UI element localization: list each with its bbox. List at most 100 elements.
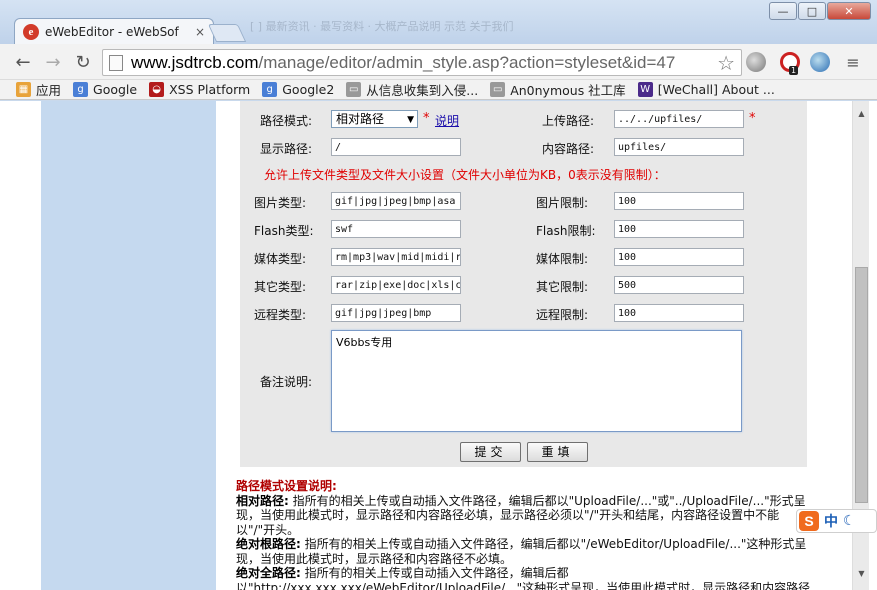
bookmark-label: An0nymous 社工库 [510, 83, 626, 98]
back-arrow-icon[interactable]: ← [12, 51, 34, 73]
minimize-button[interactable]: — [769, 2, 797, 20]
size-limit-label: 图片限制: [536, 196, 589, 210]
file-type-label: 远程类型: [254, 308, 307, 322]
file-type-input[interactable]: gif|jpg|jpeg|bmp|asa [331, 192, 461, 210]
wechall-icon: W [637, 82, 653, 97]
tab-close-icon[interactable]: × [195, 25, 205, 39]
help-heading: 路径模式设置说明: [236, 479, 337, 493]
size-limit-input[interactable]: 100 [614, 248, 744, 266]
required-mark: * [423, 111, 430, 126]
file-type-label: 图片类型: [254, 196, 307, 210]
help-absolute-full-text: 指所有的相关上传或自动插入文件路径，编辑后都以"http://xxx.xxx.x… [236, 566, 811, 590]
chevron-down-icon: ▼ [407, 115, 414, 125]
file-type-label: Flash类型: [254, 224, 314, 238]
size-limit-label: 其它限制: [536, 280, 589, 294]
help-relative-text: 指所有的相关上传或自动插入文件路径，编辑后都以"UploadFile/..."或… [236, 493, 806, 537]
help-absolute-root-term: 绝对根路径: [236, 537, 301, 551]
window-controls: — □ ✕ [769, 2, 871, 20]
bookmark-label: XSS Platform [169, 82, 251, 97]
ewebeditor-favicon-icon: e [23, 23, 39, 40]
maximize-button[interactable]: □ [798, 2, 826, 20]
extension-earth-icon[interactable] [810, 52, 830, 72]
url-host: www.jsdtrcb.com [131, 52, 259, 72]
file-type-input[interactable]: rar|zip|exe|doc|xls|c [331, 276, 461, 294]
size-limit-input[interactable]: 100 [614, 192, 744, 210]
forward-arrow-icon[interactable]: → [42, 51, 64, 73]
style-settings-form: 路径模式: 相对路径 ▼ * 说明 上传路径: ../../upfiles/ *… [240, 101, 807, 467]
path-mode-label: 路径模式: [260, 114, 313, 128]
moon-icon[interactable]: ☾ [843, 513, 856, 529]
window-titlebar: e eWebEditor - eWebSof × [ ] 最新资讯 · 最写资料… [0, 0, 877, 44]
bookmark-item[interactable]: ▭ An0nymous 社工库 [490, 80, 626, 99]
file-type-input[interactable]: gif|jpg|jpeg|bmp [331, 304, 461, 322]
browser-toolbar: ← → ↻ www.jsdtrcb.com/manage/editor/admi… [0, 44, 877, 80]
upload-path-label: 上传路径: [542, 114, 595, 128]
size-limit-label: 媒体限制: [536, 252, 589, 266]
scroll-down-arrow-icon[interactable]: ▼ [853, 565, 870, 581]
google-icon: g [73, 82, 89, 97]
display-path-input[interactable]: / [331, 138, 461, 156]
content-area: 路径模式: 相对路径 ▼ * 说明 上传路径: ../../upfiles/ *… [216, 101, 820, 590]
help-absolute-full: 绝对全路径: 指所有的相关上传或自动插入文件路径，编辑后都以"http://xx… [236, 566, 816, 590]
size-limit-input[interactable]: 500 [614, 276, 744, 294]
bookmark-item[interactable]: ▦ 应用 [16, 80, 61, 99]
bookmark-star-icon[interactable]: ☆ [717, 51, 735, 75]
menu-icon[interactable]: ≡ [842, 51, 864, 73]
size-limit-input[interactable]: 100 [614, 220, 744, 238]
help-absolute-full-term: 绝对全路径: [236, 566, 301, 580]
url-text: www.jsdtrcb.com/manage/editor/admin_styl… [131, 53, 675, 73]
help-relative: 相对路径: 指所有的相关上传或自动插入文件路径，编辑后都以"UploadFile… [236, 494, 816, 538]
bookmarks-bar: ▦ 应用 g Google ◒ XSS Platform g Google2 ▭ 从信息收集到入侵… [0, 80, 877, 100]
submit-button[interactable]: 提交 [460, 442, 521, 462]
page-icon: ▭ [346, 82, 362, 97]
url-path: /manage/editor/admin_style.asp?action=st… [258, 52, 676, 72]
sogou-logo-icon: S [799, 511, 819, 531]
address-bar[interactable]: www.jsdtrcb.com/manage/editor/admin_styl… [102, 49, 742, 76]
help-absolute-root-text: 指所有的相关上传或自动插入文件路径，编辑后都以"/eWebEditor/Uplo… [236, 537, 807, 566]
browser-tab-active[interactable]: e eWebEditor - eWebSof × [14, 18, 214, 44]
page-viewport: 路径模式: 相对路径 ▼ * 说明 上传路径: ../../upfiles/ *… [0, 101, 877, 590]
bookmark-item[interactable]: ◒ XSS Platform [149, 82, 250, 97]
file-type-label: 其它类型: [254, 280, 307, 294]
help-absolute-root: 绝对根路径: 指所有的相关上传或自动插入文件路径，编辑后都以"/eWebEdit… [236, 537, 816, 566]
bookmark-item[interactable]: W [WeChall] About ... [637, 82, 775, 97]
path-mode-select[interactable]: 相对路径 ▼ [331, 110, 418, 128]
extension-badge: 1 [789, 66, 799, 75]
bookmark-label: Google [93, 82, 138, 97]
page-icon: ▭ [490, 82, 506, 97]
ime-mode-label[interactable]: 中 [824, 511, 838, 531]
google-icon: g [262, 82, 278, 97]
size-limit-input[interactable]: 100 [614, 304, 744, 322]
extension-globe-icon[interactable] [746, 52, 766, 72]
path-mode-help: 路径模式设置说明: 相对路径: 指所有的相关上传或自动插入文件路径，编辑后都以"… [236, 479, 816, 590]
bookmark-label: 从信息收集到入侵... [366, 83, 479, 98]
close-window-button[interactable]: ✕ [827, 2, 871, 20]
required-mark: * [749, 111, 756, 126]
apps-grid-icon: ▦ [16, 82, 31, 97]
file-type-label: 媒体类型: [254, 252, 307, 266]
scroll-up-arrow-icon[interactable]: ▲ [853, 105, 870, 121]
bookmark-item[interactable]: g Google [73, 82, 137, 97]
left-sidebar-band [41, 101, 216, 590]
scrollbar-thumb[interactable] [855, 267, 868, 503]
explain-link[interactable]: 说明 [435, 112, 459, 129]
ime-toolbar[interactable]: S 中 ☾ [796, 509, 877, 533]
page-icon [109, 54, 123, 71]
file-type-input[interactable]: swf [331, 220, 461, 238]
background-page-title: [ ] 最新资讯 · 最写资料 · 大概产品说明 示范 关于我们 [250, 20, 514, 33]
size-limit-label: Flash限制: [536, 224, 596, 238]
reset-button[interactable]: 重填 [527, 442, 588, 462]
bookmark-item[interactable]: g Google2 [262, 82, 334, 97]
upload-path-input[interactable]: ../../upfiles/ [614, 110, 744, 128]
tab-title: eWebEditor - eWebSof [45, 24, 179, 39]
remark-label: 备注说明: [260, 375, 313, 389]
reload-icon[interactable]: ↻ [72, 51, 94, 73]
bookmark-item[interactable]: ▭ 从信息收集到入侵... [346, 80, 478, 99]
path-mode-value: 相对路径 [336, 112, 385, 126]
bookmark-label: [WeChall] About ... [657, 82, 775, 97]
help-relative-term: 相对路径: [236, 493, 289, 508]
display-path-label: 显示路径: [260, 142, 313, 156]
file-type-input[interactable]: rm|mp3|wav|mid|midi|r [331, 248, 461, 266]
remark-textarea[interactable]: V6bbs专用 [331, 330, 742, 432]
content-path-input[interactable]: upfiles/ [614, 138, 744, 156]
